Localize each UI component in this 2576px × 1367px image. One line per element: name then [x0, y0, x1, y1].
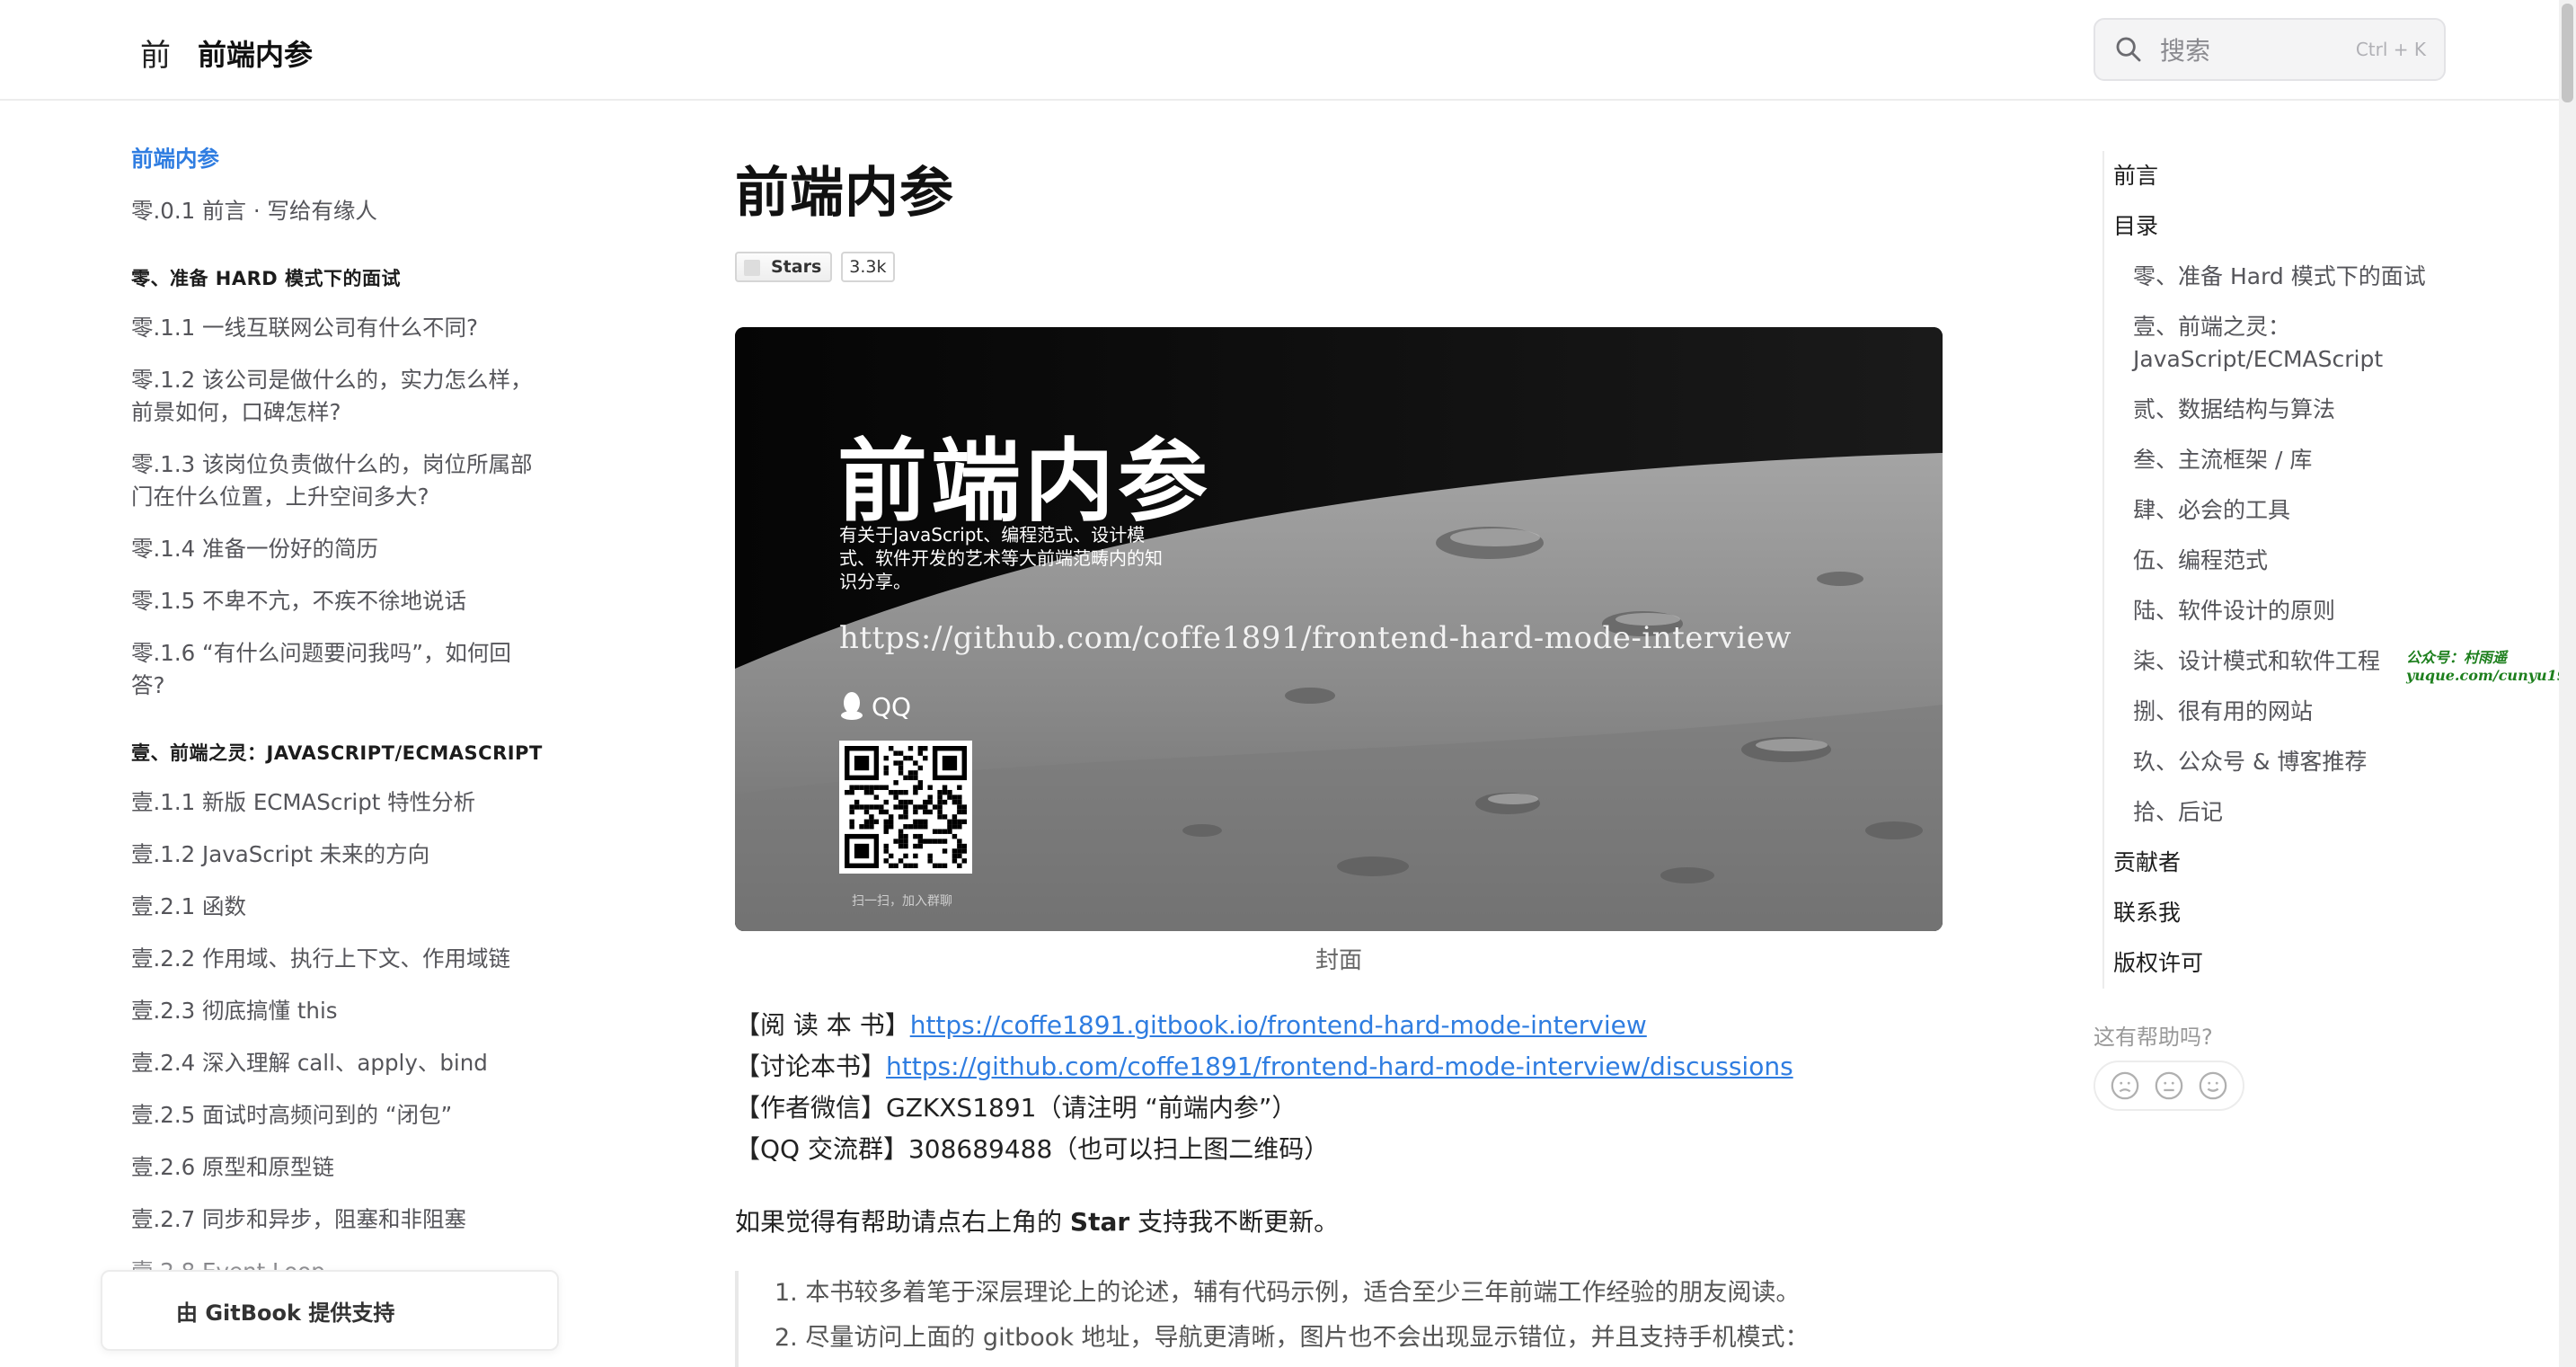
cover-scan-hint: 扫一扫，加入群聊: [852, 894, 952, 909]
toc-item[interactable]: 前言: [2104, 151, 2426, 201]
sidebar-item[interactable]: 零.1.3 该岗位负责做什么的，岗位所属部门在什么位置，上升空间多大?: [131, 439, 544, 523]
sidebar-item[interactable]: 零.1.1 一线互联网公司有什么不同?: [131, 302, 544, 354]
sidebar-item[interactable]: 壹.1.2 JavaScript 未来的方向: [131, 829, 544, 881]
star-text-bold: Star: [1069, 1207, 1130, 1237]
frown-icon[interactable]: [2110, 1070, 2140, 1101]
read-label: 【阅 读 本 书】: [735, 1010, 910, 1040]
sidebar-item[interactable]: 壹.2.6 原型和原型链: [131, 1141, 544, 1194]
cover-caption: 封面: [1315, 947, 1362, 974]
cover-image: 前端内参 有关于JavaScript、编程范式、设计模式、软件开发的艺术等大前端…: [735, 327, 1943, 931]
cover-title: 前端内参: [837, 429, 1211, 534]
sidebar-item[interactable]: 壹.1.1 新版 ECMAScript 特性分析: [131, 777, 544, 829]
star-text-before: 如果觉得有帮助请点右上角的: [735, 1207, 1070, 1237]
stars-badge-count[interactable]: 3.3k: [841, 252, 895, 282]
note-item: 1. 本书较多着笔于深层理论上的论述，辅有代码示例，适合至少三年前端工作经验的朋…: [775, 1279, 1801, 1307]
scrollbar-thumb[interactable]: [2562, 4, 2573, 102]
sidebar-section-heading: 壹、前端之灵：JAVASCRIPT/ECMASCRIPT: [131, 742, 543, 764]
watermark-line: yuque.com/cunyu1943: [2406, 667, 2576, 684]
wechat-line: 【作者微信】GZKXS1891（请注明 “前端内参”）: [735, 1093, 1297, 1123]
discuss-book-link[interactable]: https://github.com/coffe1891/frontend-ha…: [886, 1052, 1793, 1081]
sidebar-item[interactable]: 壹.2.2 作用域、执行上下文、作用域链: [131, 933, 544, 985]
sidebar-nav: 前端内参 零.0.1 前言 · 写给有缘人零、准备 HARD 模式下的面试零.1.…: [0, 101, 629, 1367]
cover-description: 有关于JavaScript、编程范式、设计模式、软件开发的艺术等大前端范畴内的知…: [839, 524, 1163, 592]
toc-item[interactable]: 壹、前端之灵：JavaScript/ECMAScript: [2104, 302, 2426, 385]
qq-penguin-icon: [841, 692, 863, 720]
discuss-label: 【讨论本书】: [735, 1052, 887, 1081]
brand[interactable]: 前 前端内参: [140, 31, 313, 75]
powered-by-gitbook-button[interactable]: 由 GitBook 提供支持: [101, 1270, 559, 1351]
watermark: 公众号：村雨遥 yuque.com/cunyu1943: [2406, 649, 2576, 685]
smile-icon[interactable]: [2198, 1070, 2228, 1101]
sidebar-section-heading: 零、准备 HARD 模式下的面试: [131, 268, 402, 289]
note-item: 2. 尽量访问上面的 gitbook 地址，导航更清晰，图片也不会出现显示错位，…: [775, 1324, 1810, 1352]
search-shortcut: Ctrl + K: [2355, 39, 2426, 60]
table-of-contents: 前言 目录 零、准备 Hard 模式下的面试 壹、前端之灵：JavaScript/EC…: [2102, 151, 2426, 989]
toc-item[interactable]: 叁、主流框架 / 库: [2104, 435, 2426, 485]
search-icon: [2116, 37, 2141, 62]
star-text-after: 支持我不断更新。: [1129, 1207, 1340, 1237]
toc-item[interactable]: 零、准备 Hard 模式下的面试: [2104, 252, 2426, 302]
sidebar-item[interactable]: 零.1.2 该公司是做什么的，实力怎么样，前景如何，口碑怎样?: [131, 354, 544, 439]
page-title: 前端内参: [735, 162, 954, 225]
toc-item[interactable]: 版权许可: [2104, 938, 2426, 989]
book-links: 【阅 读 本 书】https://coffe1891.gitbook.io/fr…: [735, 1005, 1793, 1170]
sidebar-list: 前端内参 零.0.1 前言 · 写给有缘人零、准备 HARD 模式下的面试零.1.…: [131, 133, 544, 1298]
toc-item[interactable]: 贰、数据结构与算法: [2104, 385, 2426, 435]
read-line: 【阅 读 本 书】https://coffe1891.gitbook.io/fr…: [735, 1005, 1793, 1046]
search-input[interactable]: 搜索 Ctrl + K: [2094, 18, 2446, 81]
brand-title[interactable]: 前端内参: [198, 32, 313, 74]
sidebar-item[interactable]: 零.0.1 前言 · 写给有缘人: [131, 185, 544, 237]
toc-item[interactable]: 联系我: [2104, 888, 2426, 938]
sidebar-item[interactable]: 壹.2.4 深入理解 call、apply、bind: [131, 1037, 544, 1089]
cover-url: https://github.com/coffe1891/frontend-ha…: [839, 620, 1792, 656]
star-request: 如果觉得有帮助请点右上角的 Star 支持我不断更新。: [735, 1203, 1339, 1238]
search-placeholder: 搜索: [2160, 36, 2211, 66]
toc-item[interactable]: 贡献者: [2104, 838, 2426, 888]
sidebar-item[interactable]: 壹.2.3 彻底搞懂 this: [131, 985, 544, 1037]
toc-item[interactable]: 肆、必会的工具: [2104, 485, 2426, 536]
sidebar-item[interactable]: 壹.2.5 面试时高频问到的 “闭包”: [131, 1089, 544, 1141]
cover-qq-label: QQ: [872, 692, 912, 722]
watermark-line: 公众号：村雨遥: [2406, 649, 2508, 666]
toc-item[interactable]: 陆、软件设计的原则: [2104, 586, 2426, 636]
top-bar: 前 前端内参 搜索 Ctrl + K: [0, 0, 2576, 101]
sidebar-item[interactable]: 壹.2.1 函数: [131, 881, 544, 933]
toc-item[interactable]: 伍、编程范式: [2104, 536, 2426, 586]
feedback-rating: [2094, 1061, 2244, 1111]
toc-item[interactable]: 拾、后记: [2104, 787, 2426, 838]
neutral-icon[interactable]: [2154, 1070, 2184, 1101]
stars-badge-label[interactable]: Stars: [735, 252, 833, 282]
qq-group-qr-code: [839, 741, 972, 874]
discuss-line: 【讨论本书】https://github.com/coffe1891/front…: [735, 1046, 1793, 1087]
github-stars-badge[interactable]: Stars 3.3k: [735, 252, 895, 282]
toc-item[interactable]: 目录: [2104, 201, 2426, 252]
scrollbar[interactable]: [2559, 0, 2576, 1367]
sidebar-item[interactable]: 零.1.4 准备一份好的简历: [131, 523, 544, 575]
read-book-link[interactable]: https://coffe1891.gitbook.io/frontend-ha…: [910, 1010, 1647, 1040]
brand-logo: 前: [140, 38, 171, 74]
sidebar-item-active[interactable]: 前端内参: [131, 133, 544, 185]
sidebar-item[interactable]: 零.1.5 不卑不亢，不疾不徐地说话: [131, 575, 544, 627]
qq-group-line: 【QQ 交流群】308689488（也可以扫上图二维码）: [735, 1134, 1330, 1164]
toc-item[interactable]: 柒、设计模式和软件工程: [2104, 636, 2426, 687]
toc-item[interactable]: 玖、公众号 & 博客推荐: [2104, 737, 2426, 787]
reading-notes: 1. 本书较多着笔于深层理论上的论述，辅有代码示例，适合至少三年前端工作经验的朋…: [735, 1271, 1943, 1367]
sidebar-item[interactable]: 壹.2.7 同步和异步，阻塞和非阻塞: [131, 1194, 544, 1246]
toc-item[interactable]: 捌、很有用的网站: [2104, 687, 2426, 737]
sidebar-item[interactable]: 零.1.6 “有什么问题要问我吗”，如何回答?: [131, 627, 544, 712]
helpful-prompt: 这有帮助吗?: [2094, 1025, 2213, 1050]
